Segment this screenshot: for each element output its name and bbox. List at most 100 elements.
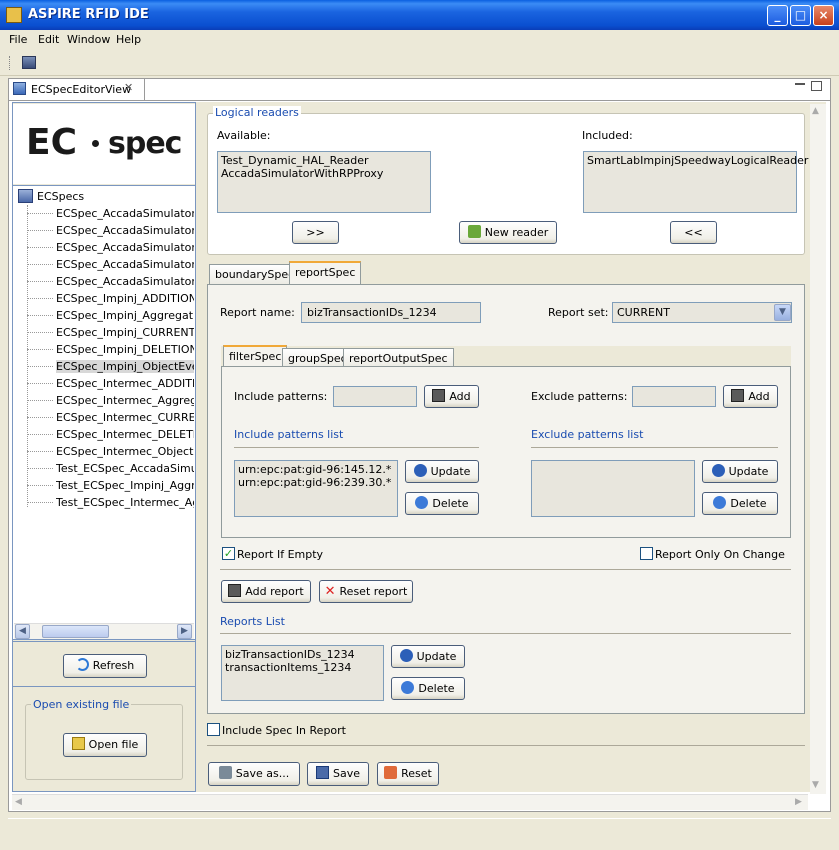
tab-filterspec[interactable]: filterSpec bbox=[223, 345, 288, 367]
list-item[interactable]: urn:epc:pat:gid-96:239.30.* bbox=[238, 476, 394, 489]
reset-button[interactable]: Reset bbox=[377, 762, 439, 786]
minimize-button[interactable]: _ bbox=[767, 5, 788, 26]
tree-item[interactable]: ECSpec_Impinj_DELETIONS_ bbox=[56, 343, 194, 356]
chevron-down-icon[interactable]: ▼ bbox=[774, 304, 791, 321]
tree-item[interactable]: ECSpec_AccadaSimulator_Ag bbox=[56, 224, 194, 237]
scroll-right-icon[interactable]: ▶ bbox=[795, 797, 802, 807]
update-label: Update bbox=[728, 465, 769, 478]
remove-reader-button[interactable]: << bbox=[670, 221, 717, 244]
include-add-button[interactable]: Add bbox=[424, 385, 479, 408]
menu-file[interactable]: File bbox=[9, 33, 27, 46]
report-set-select[interactable]: CURRENT bbox=[612, 302, 792, 323]
tree-item[interactable]: ECSpec_Intermec_CURRENT bbox=[56, 411, 194, 424]
horizontal-scrollbar[interactable] bbox=[12, 794, 808, 810]
tree-item[interactable]: ECSpec_Impinj_ADDITIONS_ bbox=[56, 292, 194, 305]
list-item[interactable]: AccadaSimulatorWithRPProxy bbox=[221, 167, 427, 180]
tree-root[interactable]: ECSpecs bbox=[37, 190, 84, 203]
tree-item[interactable]: ECSpec_AccadaSimulator_Ol bbox=[56, 275, 194, 288]
list-item[interactable]: bizTransactionIDs_1234 bbox=[225, 648, 380, 661]
tree-item[interactable]: ECSpec_Impinj_Aggregation bbox=[56, 309, 194, 322]
report-update-button[interactable]: Update bbox=[391, 645, 465, 668]
include-spec-checkbox[interactable] bbox=[207, 723, 220, 736]
menu-help[interactable]: Help bbox=[116, 33, 141, 46]
delete-label: Delete bbox=[418, 682, 455, 695]
tree-connector bbox=[27, 417, 53, 418]
tree-item[interactable]: ECSpec_AccadaSimulator_DE bbox=[56, 258, 194, 271]
view-minimize-icon[interactable] bbox=[795, 79, 807, 89]
tree-item[interactable]: Test_ECSpec_Impinj_Aggreg bbox=[56, 479, 194, 492]
report-only-on-change-checkbox[interactable] bbox=[640, 547, 653, 560]
reset-report-button[interactable]: ✕ Reset report bbox=[319, 580, 413, 603]
new-reader-button[interactable]: New reader bbox=[459, 221, 557, 244]
red-x-icon: ✕ bbox=[324, 584, 336, 599]
include-pattern-input[interactable] bbox=[333, 386, 417, 407]
tree-item[interactable]: ECSpec_Impinj_CURRENT_F bbox=[56, 326, 194, 339]
open-file-button[interactable]: Open file bbox=[63, 733, 147, 757]
list-item[interactable]: urn:epc:pat:gid-96:145.12.* bbox=[238, 463, 394, 476]
close-button[interactable]: × bbox=[813, 5, 834, 26]
include-update-button[interactable]: Update bbox=[405, 460, 479, 483]
add-reader-button[interactable]: >> bbox=[292, 221, 339, 244]
exclude-add-button[interactable]: Add bbox=[723, 385, 778, 408]
scroll-down-icon[interactable]: ▼ bbox=[812, 780, 819, 790]
scroll-right-icon[interactable]: ▶ bbox=[177, 624, 192, 639]
list-item[interactable]: transactionItems_1234 bbox=[225, 661, 380, 674]
tab-reportoutputspec[interactable]: reportOutputSpec bbox=[343, 348, 454, 367]
save-button[interactable]: Save bbox=[307, 762, 369, 786]
scroll-left-icon[interactable]: ◀ bbox=[15, 624, 30, 639]
toolbar bbox=[0, 50, 839, 76]
tree-item[interactable]: ECSpec_AccadaSimulator_AD bbox=[56, 207, 194, 220]
update-icon bbox=[413, 464, 427, 477]
tree-connector bbox=[27, 298, 53, 299]
tree-item[interactable]: ECSpec_Intermec_ObjectEve bbox=[56, 445, 194, 458]
tab-reportspec[interactable]: reportSpec bbox=[289, 261, 362, 285]
tree-connector bbox=[27, 468, 53, 469]
add-report-button[interactable]: Add report bbox=[221, 580, 311, 603]
available-readers-list[interactable]: Test_Dynamic_HAL_Reader AccadaSimulatorW… bbox=[217, 151, 431, 213]
toolbar-tool-icon[interactable] bbox=[22, 56, 36, 69]
report-if-empty-checkbox[interactable]: ✓ bbox=[222, 547, 235, 560]
menu-window[interactable]: Window bbox=[67, 33, 110, 46]
list-item[interactable]: Test_Dynamic_HAL_Reader bbox=[221, 154, 427, 167]
status-area bbox=[8, 818, 831, 844]
report-name-field[interactable]: bizTransactionIDs_1234 bbox=[301, 302, 481, 323]
add-label: Add bbox=[748, 390, 770, 403]
tab-boundaryspec[interactable]: boundarySpec bbox=[209, 264, 301, 284]
tree-item[interactable]: ECSpec_AccadaSimulator_CU bbox=[56, 241, 194, 254]
report-delete-button[interactable]: Delete bbox=[391, 677, 465, 700]
logical-readers-legend: Logical readers bbox=[213, 106, 301, 119]
exclude-list-title: Exclude patterns list bbox=[531, 428, 644, 441]
exclude-delete-button[interactable]: Delete bbox=[702, 492, 778, 515]
save-as-button[interactable]: Save as... bbox=[208, 762, 300, 786]
reports-list[interactable]: bizTransactionIDs_1234 transactionItems_… bbox=[221, 645, 384, 701]
include-delete-button[interactable]: Delete bbox=[405, 492, 479, 515]
new-reader-icon bbox=[467, 225, 481, 238]
tree-connector bbox=[27, 366, 53, 367]
refresh-button[interactable]: Refresh bbox=[63, 654, 147, 678]
divider bbox=[220, 569, 791, 570]
divider bbox=[207, 745, 805, 746]
maximize-button[interactable]: □ bbox=[790, 5, 811, 26]
vertical-scrollbar[interactable] bbox=[810, 104, 826, 794]
update-label: Update bbox=[416, 650, 457, 663]
exclude-pattern-input[interactable] bbox=[632, 386, 716, 407]
tree-item[interactable]: Test_ECSpec_AccadaSimulat bbox=[56, 462, 194, 475]
list-item[interactable]: SmartLabImpinjSpeedwayLogicalReader bbox=[587, 154, 808, 167]
scroll-up-icon[interactable]: ▲ bbox=[812, 106, 819, 116]
tree-item[interactable]: ECSpec_Intermec_Aggregat bbox=[56, 394, 194, 407]
include-patterns-list[interactable]: urn:epc:pat:gid-96:145.12.* urn:epc:pat:… bbox=[234, 460, 398, 517]
tree-item[interactable]: Test_ECSpec_Intermec_Agg bbox=[56, 496, 194, 509]
menu-edit[interactable]: Edit bbox=[38, 33, 59, 46]
exclude-update-button[interactable]: Update bbox=[702, 460, 778, 483]
logo-ec: EC bbox=[26, 122, 78, 163]
scroll-left-icon[interactable]: ◀ bbox=[15, 797, 22, 807]
included-readers-list[interactable]: SmartLabImpinjSpeedwayLogicalReader bbox=[583, 151, 808, 213]
tree-item[interactable]: ECSpec_Impinj_ObjectEvent bbox=[56, 360, 194, 373]
tree-item[interactable]: ECSpec_Intermec_ADDITION bbox=[56, 377, 194, 390]
exclude-patterns-list[interactable] bbox=[531, 460, 695, 517]
logo-dot-icon bbox=[92, 140, 99, 147]
view-maximize-icon[interactable] bbox=[811, 81, 822, 91]
tree-item[interactable]: ECSpec_Intermec_DELETION bbox=[56, 428, 194, 441]
view-tab-close-icon[interactable]: ✕ bbox=[124, 81, 133, 94]
scroll-thumb[interactable] bbox=[42, 625, 109, 638]
